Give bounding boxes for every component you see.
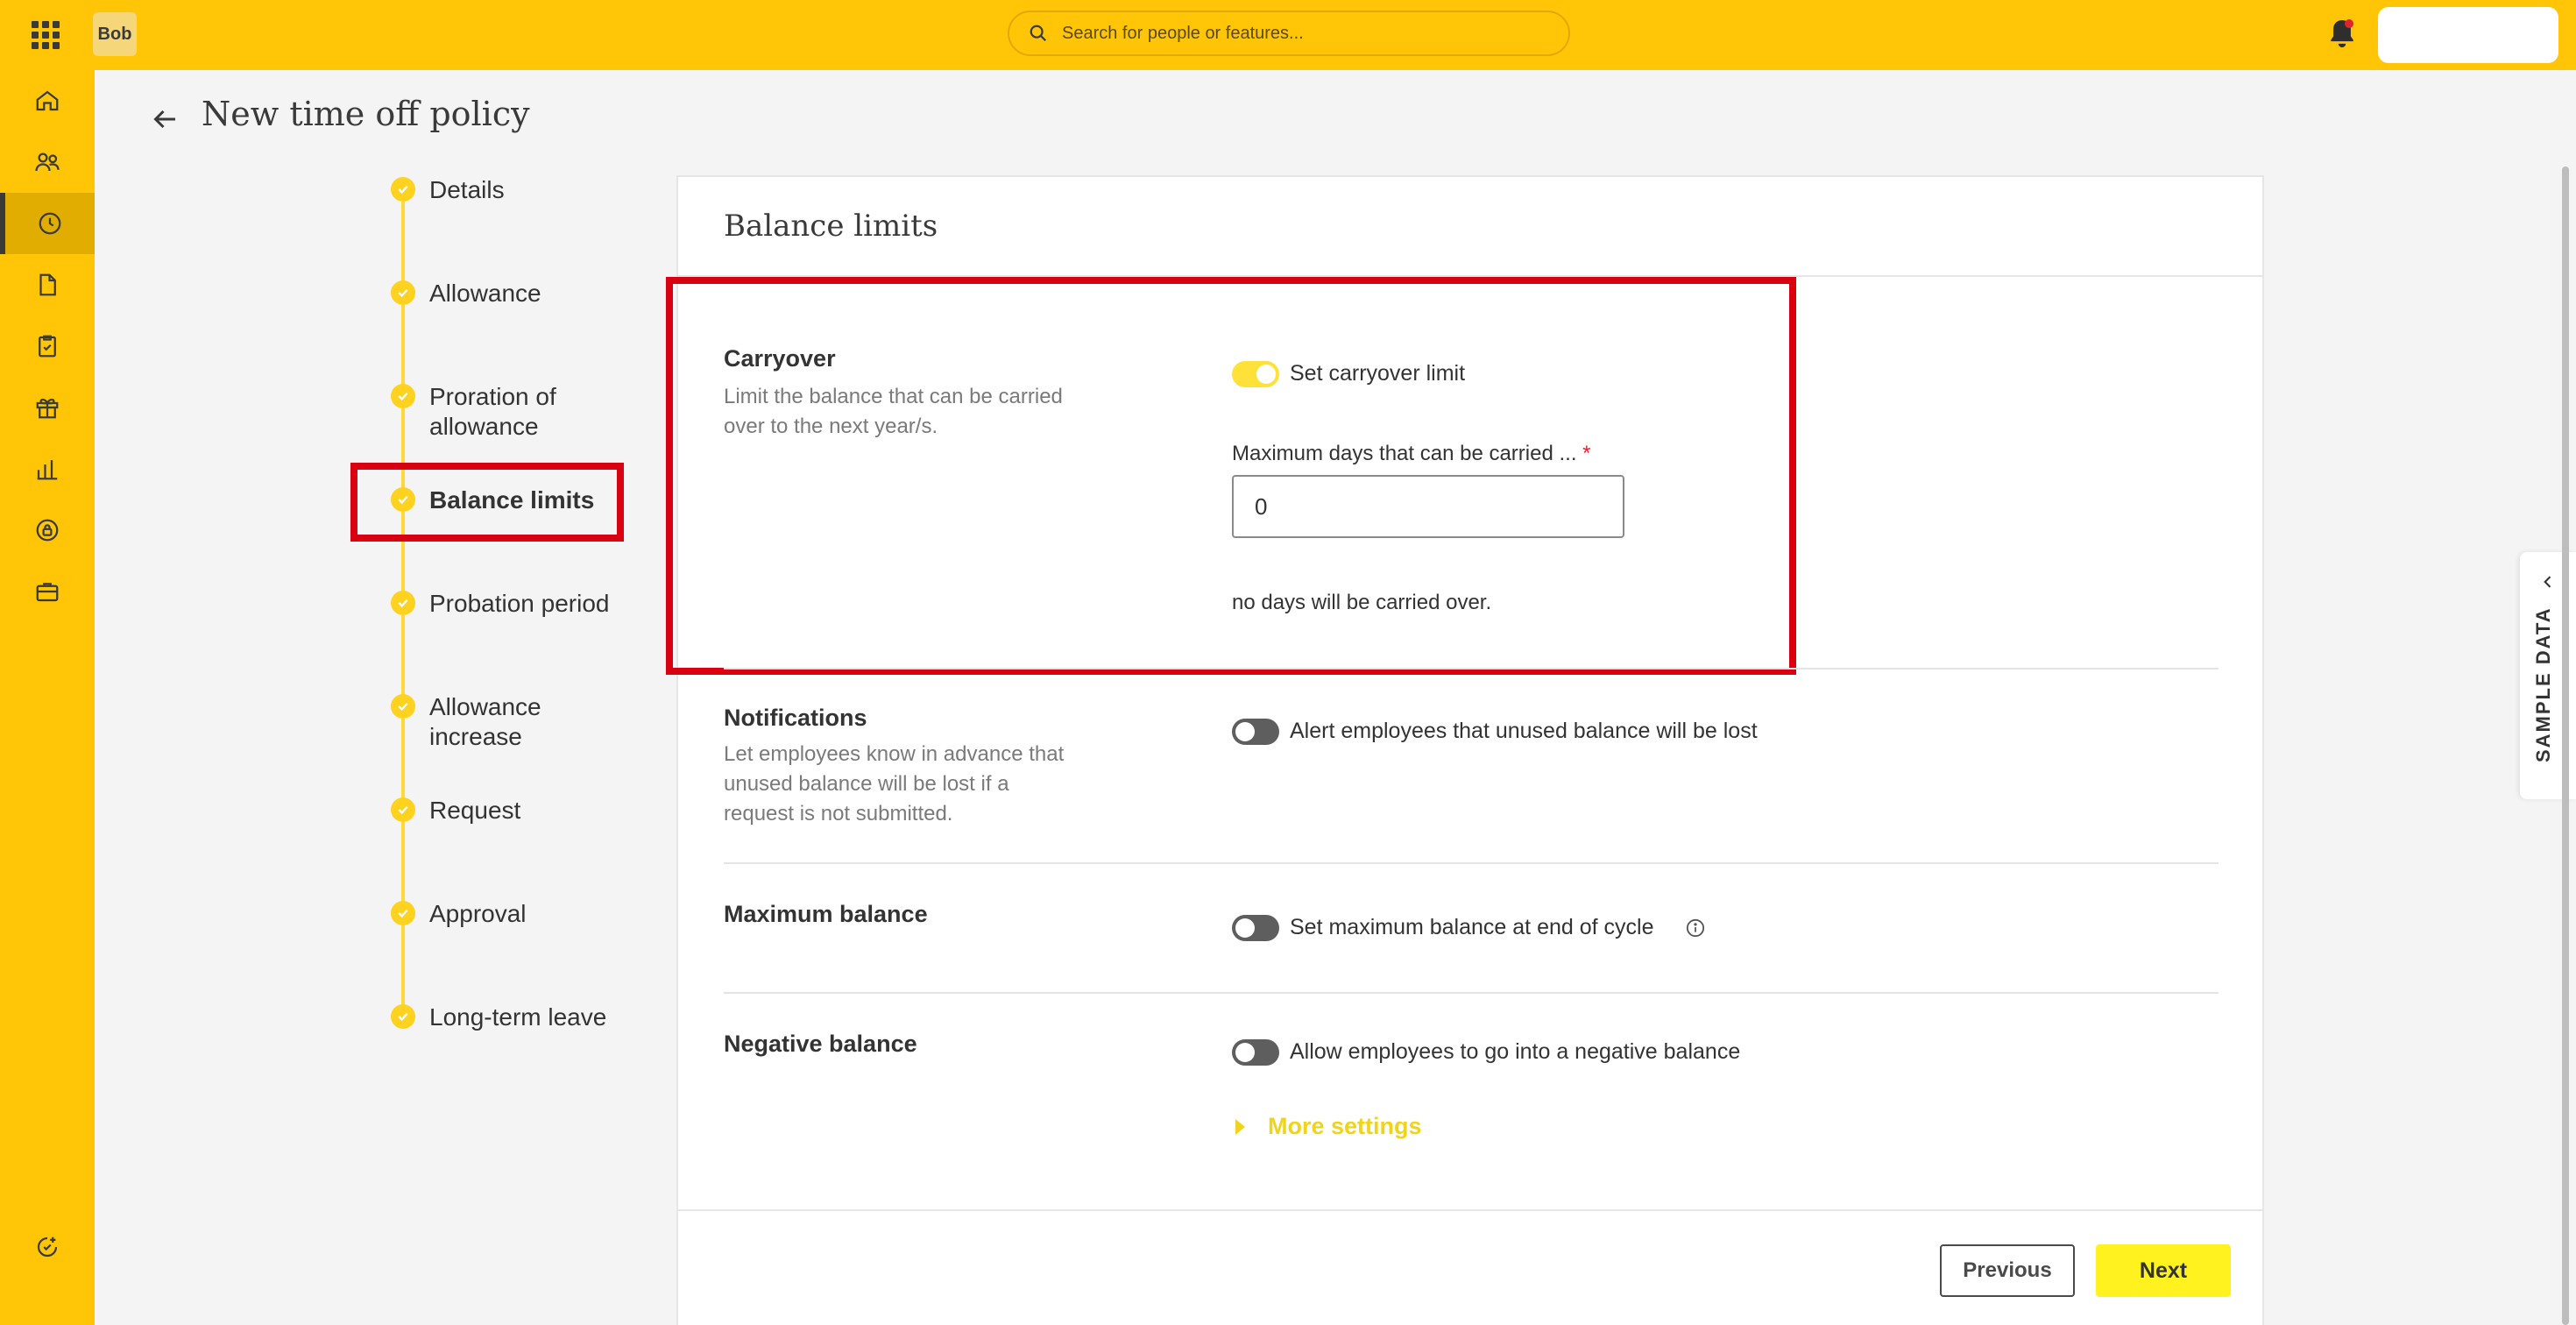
- highlight-box-step: [350, 463, 624, 542]
- next-button[interactable]: Next: [2096, 1244, 2231, 1297]
- more-settings-link[interactable]: More settings: [1235, 1113, 1422, 1140]
- sample-data-label: SAMPLE DATA: [2532, 606, 2554, 762]
- step-allowance[interactable]: Allowance: [391, 279, 640, 308]
- sidebar-item-gift[interactable]: [0, 377, 95, 438]
- step-allowance-increase[interactable]: Allowance increase: [391, 692, 587, 752]
- sidebar-item-time-off[interactable]: [0, 193, 95, 254]
- whats-new-icon: [37, 1236, 58, 1258]
- notifications-description: Let employees know in advance that unuse…: [724, 742, 1065, 825]
- sidebar-item-people[interactable]: [0, 131, 95, 193]
- sidebar-item-whats-new[interactable]: [0, 1216, 95, 1278]
- check-icon: [391, 591, 415, 615]
- step-label: Probation period: [429, 590, 610, 617]
- security-icon: [36, 519, 59, 542]
- negative-balance-toggle-label: Allow employees to go into a negative ba…: [1290, 1039, 1741, 1064]
- step-label: Details: [429, 176, 505, 203]
- step-connector: [401, 822, 405, 910]
- back-arrow-icon[interactable]: [149, 103, 180, 135]
- scrollbar[interactable]: [2562, 167, 2569, 1325]
- info-icon[interactable]: [1686, 918, 1705, 938]
- home-icon: [36, 90, 59, 111]
- search-input[interactable]: [1062, 23, 1553, 44]
- step-request[interactable]: Request: [391, 796, 640, 825]
- step-probation[interactable]: Probation period: [391, 589, 640, 619]
- step-label: Approval: [429, 900, 527, 927]
- time-off-icon: [39, 212, 61, 235]
- step-label: Request: [429, 797, 521, 824]
- step-label: Long-term leave: [429, 1003, 607, 1031]
- divider: [724, 862, 2219, 864]
- sidebar: [0, 70, 95, 1325]
- check-icon: [391, 384, 415, 408]
- step-approval[interactable]: Approval: [391, 899, 640, 929]
- documents-icon: [39, 273, 56, 296]
- check-icon: [391, 901, 415, 925]
- analytics-icon: [37, 460, 58, 480]
- previous-button[interactable]: Previous: [1940, 1244, 2075, 1297]
- sidebar-item-documents[interactable]: [0, 254, 95, 315]
- step-label: Proration of allowance: [429, 383, 556, 440]
- step-connector: [401, 925, 405, 1013]
- top-bar: Bob: [0, 0, 2576, 70]
- divider: [724, 992, 2219, 994]
- bob-logo[interactable]: Bob: [93, 12, 137, 56]
- sidebar-item-briefcase[interactable]: [0, 561, 95, 622]
- chevron-left-icon: [2544, 576, 2551, 588]
- sidebar-item-security[interactable]: [0, 500, 95, 561]
- tasks-icon: [39, 335, 56, 358]
- caret-right-icon: [1235, 1118, 1245, 1135]
- check-icon: [391, 1004, 415, 1029]
- highlight-box-carryover: [666, 277, 1796, 675]
- check-icon: [391, 694, 415, 719]
- maximum-balance-title: Maximum balance: [724, 901, 928, 927]
- search-icon: [1030, 25, 1047, 42]
- people-icon: [35, 152, 60, 172]
- apps-grid-icon[interactable]: [32, 21, 60, 49]
- notification-dot: [2345, 19, 2353, 28]
- step-label: Allowance increase: [429, 693, 541, 750]
- divider: [724, 668, 2219, 670]
- step-connector: [401, 615, 405, 705]
- step-label: Allowance: [429, 280, 541, 307]
- sidebar-item-analytics[interactable]: [0, 438, 95, 500]
- user-menu[interactable]: [2378, 7, 2558, 63]
- step-proration[interactable]: Proration of allowance: [391, 382, 640, 442]
- notifications-title: Notifications: [724, 705, 867, 731]
- check-icon: [391, 280, 415, 305]
- notifications-toggle-label: Alert employees that unused balance will…: [1290, 719, 1758, 743]
- search-bar[interactable]: [1008, 11, 1570, 56]
- sidebar-item-home[interactable]: [0, 70, 95, 131]
- check-icon: [391, 797, 415, 822]
- notifications-toggle[interactable]: [1232, 719, 1279, 745]
- negative-balance-toggle[interactable]: [1232, 1039, 1279, 1066]
- more-settings-label: More settings: [1268, 1113, 1422, 1139]
- sidebar-item-tasks[interactable]: [0, 315, 95, 377]
- page-title: New time off policy: [202, 95, 530, 133]
- check-icon: [391, 177, 415, 202]
- negative-balance-title: Negative balance: [724, 1031, 917, 1057]
- card-title: Balance limits: [724, 209, 938, 244]
- step-connector: [401, 202, 405, 282]
- gift-icon: [36, 398, 59, 419]
- step-details[interactable]: Details: [391, 175, 640, 205]
- maximum-balance-toggle[interactable]: [1232, 915, 1279, 941]
- divider: [678, 1209, 2262, 1211]
- briefcase-icon: [36, 583, 59, 602]
- step-connector: [401, 305, 405, 386]
- step-long-term-leave[interactable]: Long-term leave: [391, 1003, 640, 1032]
- maximum-balance-toggle-label: Set maximum balance at end of cycle: [1290, 915, 1654, 939]
